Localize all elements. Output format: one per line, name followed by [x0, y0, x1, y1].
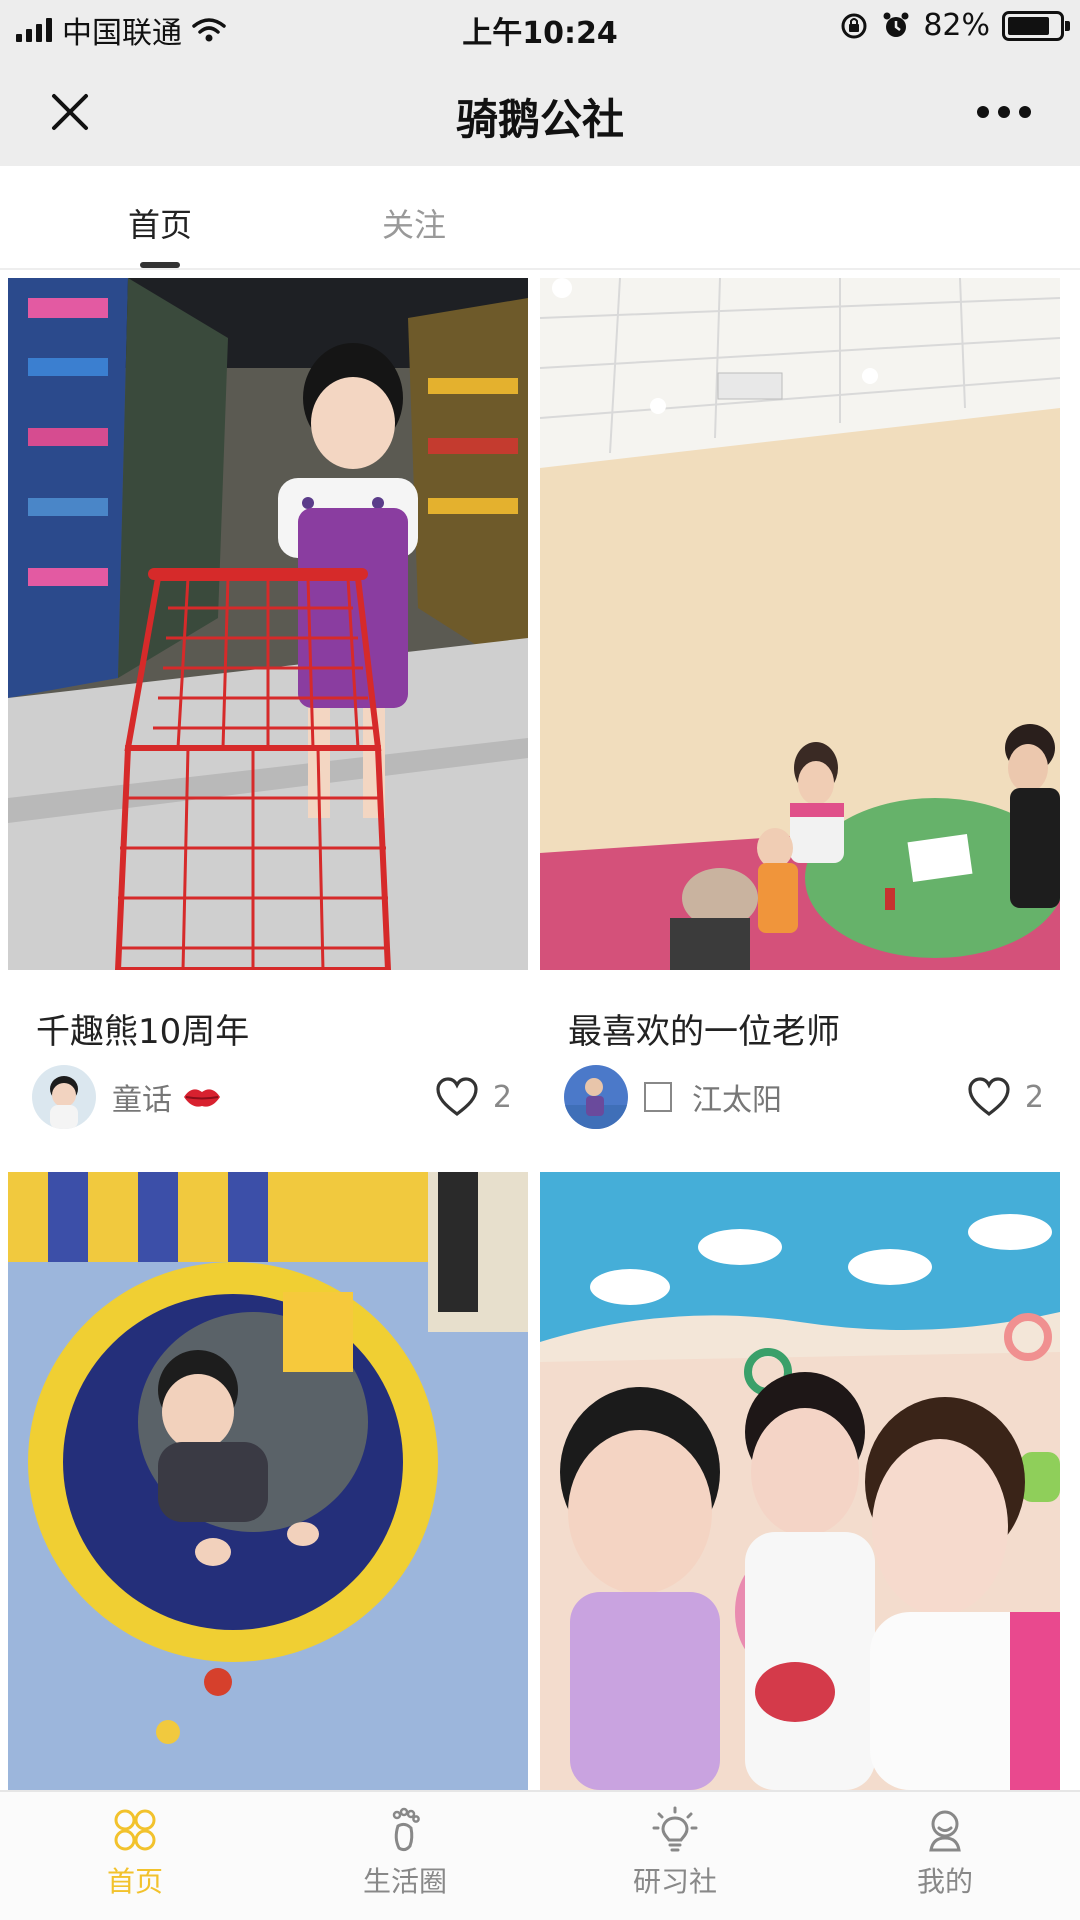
battery-fill	[1008, 16, 1049, 35]
tab-follow[interactable]: 关注	[382, 200, 446, 246]
bottom-tab-label: 首页	[106, 1865, 163, 1898]
avatar[interactable]	[564, 1065, 628, 1129]
page-title: 骑鹅公社	[455, 95, 624, 144]
author-name: 童话	[112, 1083, 172, 1118]
heart-icon	[436, 1077, 478, 1117]
bottom-tab-study[interactable]: 研习社	[540, 1792, 810, 1920]
bottom-tab-label: 我的	[916, 1865, 973, 1898]
bottom-tab-label: 生活圈	[362, 1865, 447, 1898]
author-name: 江太阳	[692, 1083, 782, 1118]
home-grid-icon	[114, 1809, 156, 1851]
card-meta: 江太阳 2	[564, 1062, 1044, 1132]
card-title: 最喜欢的一位老师	[568, 1012, 840, 1052]
status-right: 82%	[839, 8, 1070, 43]
more-dot-icon	[998, 106, 1010, 118]
close-icon	[52, 94, 88, 130]
bottom-tab-mine[interactable]: 我的	[810, 1792, 1080, 1920]
avatar[interactable]	[32, 1065, 96, 1129]
active-tab-indicator	[140, 262, 180, 268]
battery-percent: 82%	[923, 8, 990, 43]
nav-bar: 骑鹅公社	[0, 56, 1080, 166]
lips-emoji-icon	[184, 1089, 220, 1107]
more-button[interactable]	[964, 82, 1044, 142]
bottom-tab-life-circle[interactable]: 生活圈	[270, 1792, 540, 1920]
status-bar: 中国联通 上午10:24 82%	[0, 0, 1080, 56]
like-count: 2	[1024, 1079, 1044, 1115]
placeholder-box-icon	[644, 1082, 672, 1112]
lightbulb-icon	[652, 1806, 698, 1852]
classroom-teacher-photo[interactable]	[540, 278, 1060, 970]
card-meta: 童话 2	[32, 1062, 512, 1132]
card-title: 千趣熊10周年	[36, 1012, 250, 1052]
wifi-icon	[192, 18, 226, 42]
more-dot-icon	[1019, 106, 1031, 118]
close-button[interactable]	[40, 82, 100, 142]
author[interactable]: 江太阳	[644, 1075, 782, 1119]
like-count: 2	[492, 1079, 512, 1115]
feed-card[interactable]	[8, 1172, 528, 1790]
more-dot-icon	[977, 106, 989, 118]
heart-icon	[968, 1077, 1010, 1117]
child-in-play-tunnel-photo[interactable]	[8, 1172, 528, 1790]
feed-card[interactable]: 千趣熊10周年 童话 2	[8, 278, 528, 1138]
tab-home[interactable]: 首页	[128, 200, 192, 246]
like-button[interactable]: 2	[435, 1077, 512, 1117]
status-left: 中国联通	[16, 8, 226, 52]
carrier-label: 中国联通	[62, 16, 182, 51]
bottom-tab-home[interactable]: 首页	[0, 1792, 270, 1920]
like-button[interactable]: 2	[967, 1077, 1044, 1117]
signal-icon	[16, 18, 52, 42]
bottom-tab-label: 研习社	[632, 1865, 717, 1898]
bottom-tab-bar: 首页 生活圈 研习社 我的	[0, 1790, 1080, 1920]
alarm-icon	[883, 12, 909, 37]
battery-icon	[1002, 10, 1070, 41]
rotation-lock-icon	[841, 13, 867, 38]
tab-bar: 首页 关注	[0, 166, 1080, 270]
feed-card[interactable]: 最喜欢的一位老师 江太阳 2	[540, 278, 1060, 1138]
feed-card[interactable]	[540, 1172, 1060, 1790]
author[interactable]: 童话	[112, 1075, 222, 1119]
footprint-icon	[392, 1807, 420, 1852]
profile-icon	[929, 1810, 961, 1852]
child-with-shopping-cart-photo[interactable]	[8, 278, 528, 970]
teachers-and-child-selfie-photo[interactable]	[540, 1172, 1060, 1790]
